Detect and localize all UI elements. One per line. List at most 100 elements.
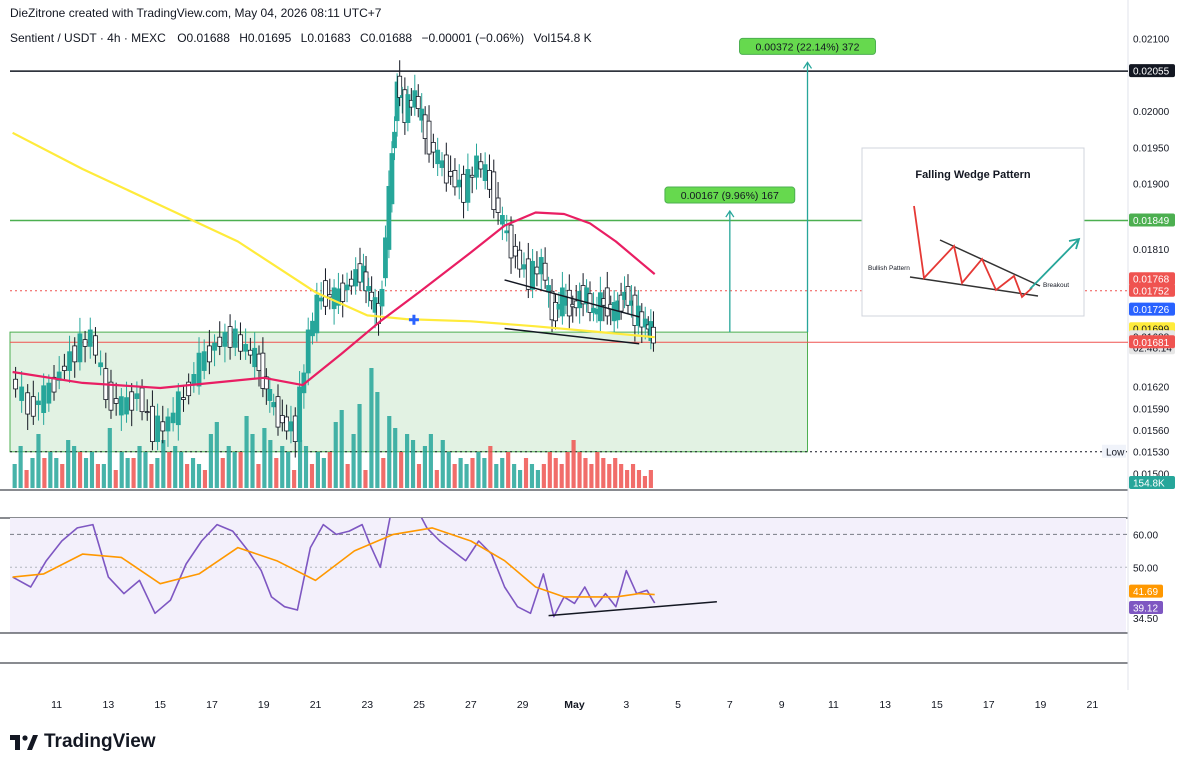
candle-up — [201, 351, 207, 371]
candle-down — [443, 154, 449, 184]
candle-down — [113, 398, 119, 404]
volume-bar-up — [190, 458, 196, 488]
candle-up — [314, 294, 320, 334]
volume-bar-down — [625, 470, 630, 488]
candle-up — [546, 285, 551, 293]
time-tick-label: 15 — [154, 699, 166, 711]
volume-bar-down — [541, 464, 546, 488]
volume-bar-down — [24, 470, 29, 488]
time-tick-label: 17 — [983, 699, 995, 711]
time-tick-label: 9 — [779, 699, 785, 711]
volume-bar-down — [583, 458, 588, 488]
low-tag-text: Low — [1106, 447, 1125, 458]
volume-bar-up — [54, 458, 59, 488]
price-label-text: 0.01530 — [1133, 447, 1170, 458]
price-label-text: 0.01726 — [1133, 305, 1170, 316]
volume-bar-up — [351, 434, 356, 488]
candle-down — [452, 170, 458, 188]
candle-down — [247, 349, 253, 356]
candle-up — [435, 149, 441, 165]
time-tick-label: 11 — [828, 699, 839, 711]
volume-bar-up — [500, 458, 505, 488]
volume-bar-up — [107, 428, 112, 488]
volume-bar-down — [42, 458, 47, 488]
volume-bar-up — [12, 464, 17, 488]
volume-bar-up — [286, 452, 291, 488]
time-tick-label: 7 — [727, 699, 733, 711]
candle-up — [392, 131, 397, 149]
volume-bar-up — [137, 446, 142, 488]
volume-bar-up — [18, 446, 23, 488]
volume-bar-down — [345, 464, 350, 488]
volume-bar-down — [642, 476, 648, 488]
time-tick-label: 13 — [103, 699, 115, 711]
candle-down — [430, 142, 436, 153]
volume-bar-down — [238, 452, 243, 488]
volume-bar-up — [83, 458, 89, 488]
volume-bar-up — [161, 440, 166, 488]
rsi-value-text: 39.12 — [1133, 604, 1158, 615]
volume-bar-up — [512, 464, 517, 488]
price-tick-label: 0.01900 — [1133, 180, 1170, 191]
tradingview-mark-icon — [10, 735, 38, 750]
time-tick-label: 11 — [51, 699, 62, 711]
volume-bar-down — [77, 452, 83, 488]
volume-bar-up — [125, 458, 130, 488]
volume-bar-up — [321, 458, 326, 488]
volume-bar-up — [155, 458, 160, 488]
candle-up — [134, 393, 140, 399]
candle-up — [504, 230, 510, 234]
candle-down — [348, 278, 354, 287]
candle-down — [256, 353, 262, 371]
candle-up — [191, 374, 197, 385]
volume-bar-up — [375, 392, 380, 488]
volume-bar-up — [387, 416, 392, 488]
candle-up — [521, 264, 527, 270]
price-label-text: 0.02055 — [1133, 67, 1170, 78]
volume-bar-up — [440, 440, 445, 488]
volume-bar-up — [232, 452, 237, 488]
volume-bar-down — [619, 464, 624, 488]
time-tick-label: May — [564, 699, 585, 711]
volume-bar-up — [535, 470, 540, 488]
candle-up — [482, 164, 488, 181]
candle-up — [456, 179, 462, 188]
volume-bar-up — [339, 410, 344, 488]
candle-down — [30, 396, 36, 417]
candle-up — [331, 287, 337, 310]
candle-up — [344, 284, 350, 291]
candle-down — [397, 75, 403, 98]
candle-down — [82, 339, 88, 347]
candle-up — [271, 402, 277, 408]
volume-bar-up — [214, 422, 219, 488]
time-tick-label: 23 — [361, 699, 373, 711]
volume-bar-up — [196, 464, 202, 488]
tradingview-logo[interactable]: TradingView — [10, 731, 156, 753]
volume-bar-down — [416, 464, 422, 488]
candle-up — [124, 397, 129, 415]
volume-bar-up — [315, 452, 320, 488]
time-tick-label: 19 — [1035, 699, 1047, 711]
symbol-name[interactable]: Sentient / USDT · 4h · MEXC — [10, 31, 166, 45]
volume-bar-up — [393, 428, 398, 488]
candle-up — [165, 416, 171, 432]
candle-down — [279, 415, 285, 424]
candle-up — [465, 169, 471, 203]
volume-bar-up — [529, 464, 535, 488]
volume-bar-down — [589, 464, 594, 488]
volume-bar-up — [422, 446, 428, 488]
volume-bar-down — [60, 464, 65, 488]
volume-bar-down — [630, 464, 636, 488]
candle-up — [170, 412, 176, 424]
volume-bar-up — [446, 452, 451, 488]
candle-down — [150, 405, 155, 443]
chart-canvas[interactable]: 0.00167 (9.96%) 1670.00372 (22.14%) 372 … — [0, 0, 1200, 769]
candle-down — [61, 365, 67, 371]
volume-bar-down — [381, 458, 386, 488]
volume-bar-up — [458, 458, 463, 488]
volume-bar-up — [428, 434, 433, 488]
volume-bar-down — [613, 458, 618, 488]
candle-down — [491, 171, 497, 210]
candle-up — [212, 342, 217, 351]
volume-bar-up — [250, 434, 255, 488]
